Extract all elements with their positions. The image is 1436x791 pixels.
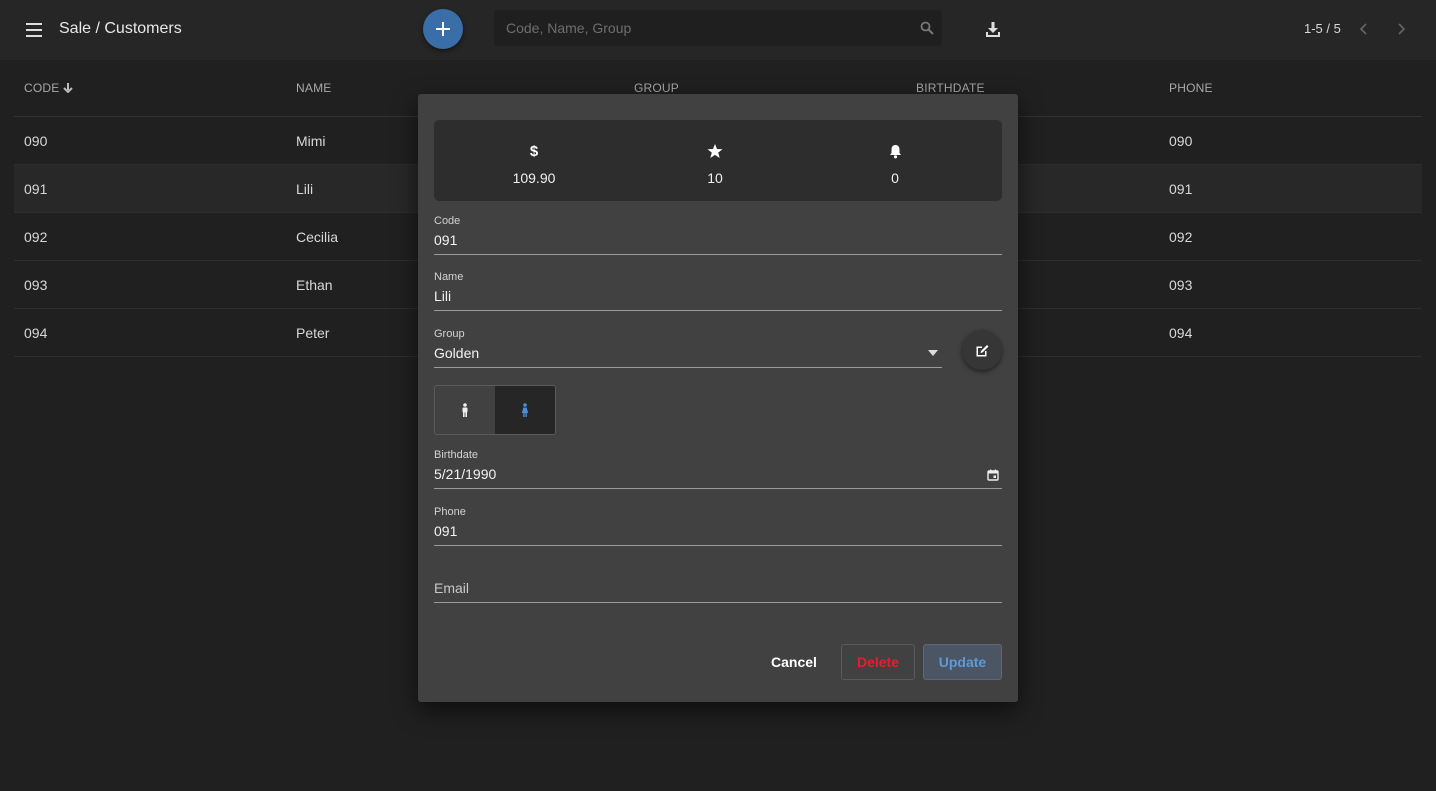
cell-phone: 093: [1169, 277, 1193, 293]
stat-amount-value: 109.90: [512, 170, 556, 186]
birthdate-value[interactable]: 5/21/1990: [434, 466, 1002, 486]
previous-page-button[interactable]: [1353, 19, 1373, 39]
edit-group-button[interactable]: [962, 330, 1002, 370]
female-button[interactable]: [495, 386, 555, 434]
gender-toggle: [434, 385, 556, 435]
phone-label: Phone: [434, 506, 466, 518]
group-select[interactable]: Group Golden: [434, 328, 942, 368]
email-placeholder: Email: [434, 580, 470, 596]
birthdate-label: Birthdate: [434, 449, 479, 461]
search-icon[interactable]: [920, 21, 934, 35]
stat-notifications-value: 0: [891, 170, 899, 186]
search-box: [494, 10, 942, 46]
name-field[interactable]: Name Lili: [434, 271, 1002, 311]
cell-code: 092: [24, 229, 48, 245]
page-title: Sale / Customers: [59, 20, 182, 37]
column-header-group[interactable]: GROUP: [634, 81, 679, 95]
cancel-button[interactable]: Cancel: [758, 644, 830, 680]
column-header-birthdate[interactable]: BIRTHDATE: [916, 81, 985, 95]
group-value[interactable]: Golden: [434, 345, 942, 365]
search-input[interactable]: [494, 10, 914, 46]
cell-code: 093: [24, 277, 48, 293]
code-label: Code: [434, 215, 461, 227]
birthdate-field[interactable]: Birthdate 5/21/1990: [434, 449, 1002, 489]
stat-amount: $ 109.90: [474, 142, 594, 186]
bell-icon: [835, 142, 955, 160]
group-label: Group: [434, 328, 465, 340]
cell-code: 090: [24, 133, 48, 149]
cell-phone: 090: [1169, 133, 1193, 149]
edit-icon: [976, 344, 988, 356]
cell-phone: 091: [1169, 181, 1193, 197]
stat-notifications: 0: [835, 142, 955, 186]
edit-customer-dialog: $ 109.90 10 0 Code 091 Name Lili Group G…: [418, 94, 1018, 702]
cell-phone: 094: [1169, 325, 1193, 341]
column-header-code[interactable]: CODE: [24, 81, 73, 95]
chevron-right-icon: [1398, 23, 1406, 35]
email-field[interactable]: Email: [434, 580, 1002, 603]
name-value[interactable]: Lili: [434, 288, 1002, 308]
dropdown-arrow-icon[interactable]: [928, 350, 938, 356]
male-button[interactable]: [435, 386, 495, 434]
chevron-left-icon: [1359, 23, 1367, 35]
add-customer-button[interactable]: [423, 9, 463, 49]
update-button[interactable]: Update: [923, 644, 1002, 680]
code-field[interactable]: Code 091: [434, 215, 1002, 255]
customer-stats-panel: $ 109.90 10 0: [434, 120, 1002, 201]
column-header-name[interactable]: NAME: [296, 81, 331, 95]
cell-code: 091: [24, 181, 48, 197]
plus-icon: [436, 22, 450, 36]
male-icon: [462, 403, 468, 417]
menu-icon[interactable]: [22, 18, 46, 42]
cell-name: Lili: [296, 181, 314, 197]
top-bar: Sale / Customers 1-5 / 5: [0, 0, 1436, 60]
name-label: Name: [434, 271, 464, 283]
calendar-icon[interactable]: [987, 469, 999, 481]
cell-phone: 092: [1169, 229, 1193, 245]
cell-code: 094: [24, 325, 48, 341]
star-icon: [655, 142, 775, 160]
cell-name: Ethan: [296, 277, 333, 293]
stat-points-value: 10: [707, 170, 723, 186]
dollar-icon: $: [474, 142, 594, 160]
cell-name: Peter: [296, 325, 330, 341]
pagination-range: 1-5 / 5: [1304, 21, 1341, 36]
cell-name: Mimi: [296, 133, 326, 149]
sort-descending-icon: [63, 83, 73, 94]
svg-text:$: $: [530, 143, 539, 159]
delete-button[interactable]: Delete: [841, 644, 915, 680]
stat-points: 10: [655, 142, 775, 186]
cell-name: Cecilia: [296, 229, 339, 245]
code-value[interactable]: 091: [434, 232, 1002, 252]
phone-value[interactable]: 091: [434, 523, 1002, 543]
female-icon: [521, 403, 529, 417]
next-page-button[interactable]: [1392, 19, 1412, 39]
column-header-phone[interactable]: PHONE: [1169, 81, 1213, 95]
phone-field[interactable]: Phone 091: [434, 506, 1002, 546]
download-icon[interactable]: [981, 17, 1005, 41]
